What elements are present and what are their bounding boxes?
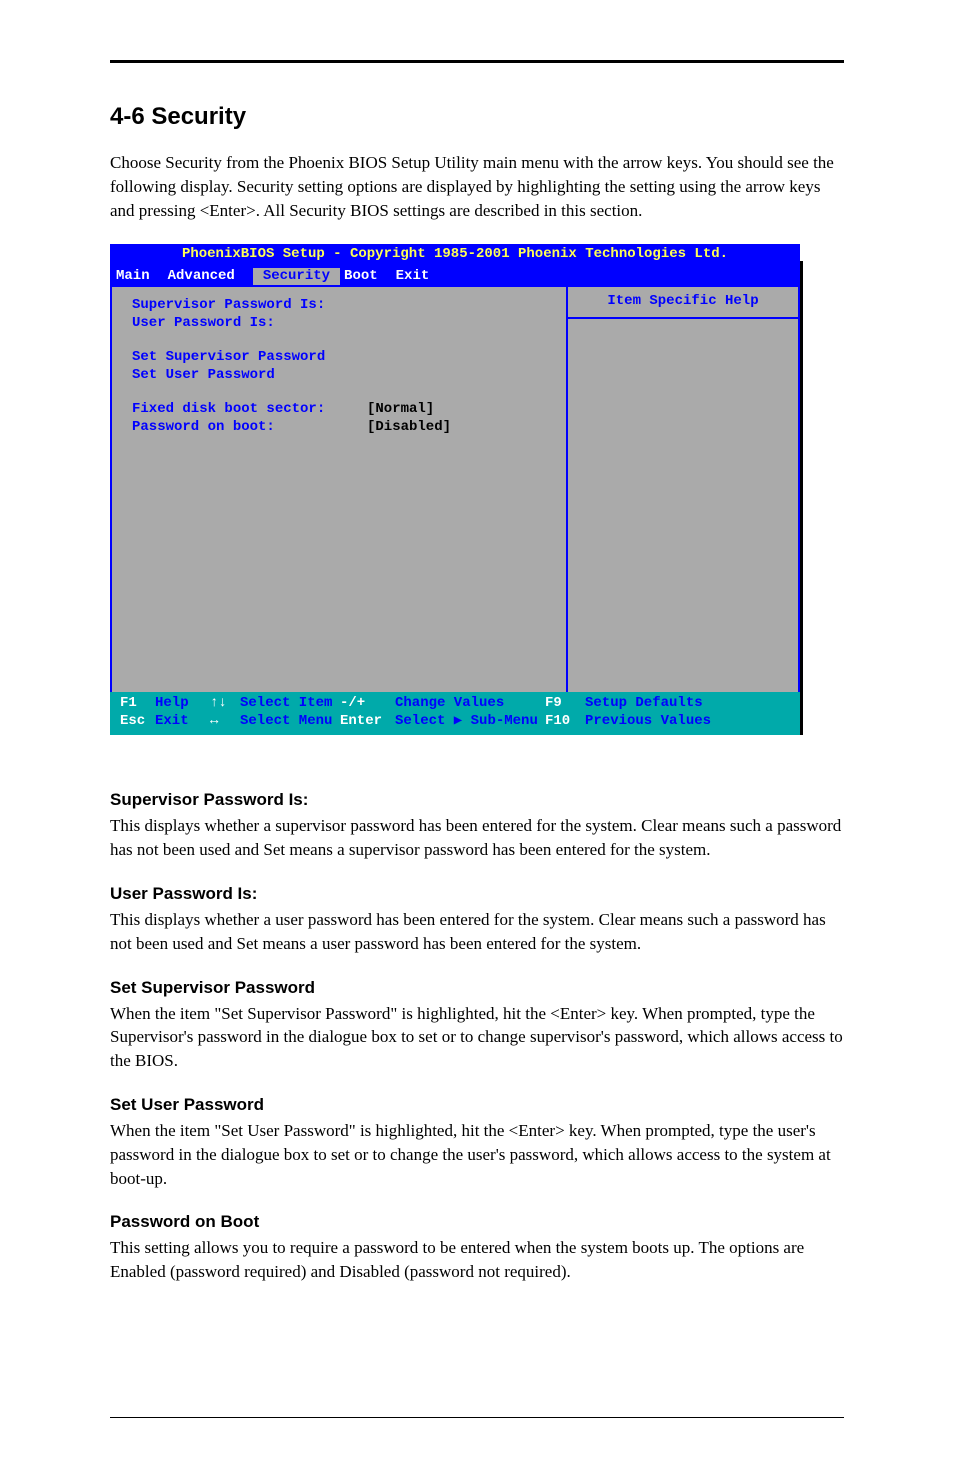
key-enter: Enter [340,713,395,731]
key-enter-label: Select ▶ Sub-Menu [395,713,545,731]
label-set-supervisor-pw: Set Supervisor Password [132,349,367,367]
value-password-on-boot: [Disabled] [367,419,451,437]
bios-footer-keys: F1 Help ↑↓ Select Item -/+ Change Values… [110,692,800,735]
bios-tab-main[interactable]: Main [116,268,160,286]
bios-tab-boot[interactable]: Boot [344,268,388,286]
screenshot-shadow [800,261,803,735]
desc-supervisor-pw-is: This displays whether a supervisor passw… [110,814,844,862]
subhead-supervisor-pw-is: Supervisor Password Is: [110,790,844,810]
label-fixed-disk-boot-sector: Fixed disk boot sector: [132,401,367,419]
section-intro-paragraph: Choose Security from the Phoenix BIOS Se… [110,151,844,222]
row-set-supervisor-pw[interactable]: Set Supervisor Password [132,349,552,367]
row-password-on-boot[interactable]: Password on boot: [Disabled] [132,419,552,437]
bios-help-title: Item Specific Help [568,287,798,319]
key-updown-label: Select Item [240,695,340,713]
key-f1: F1 [120,695,155,713]
subhead-set-supervisor-pw: Set Supervisor Password [110,978,844,998]
key-f1-label: Help [155,695,210,713]
key-esc-label: Exit [155,713,210,731]
bios-title-bar: PhoenixBIOS Setup - Copyright 1985-2001 … [110,244,800,266]
bios-help-panel: Item Specific Help [566,287,798,692]
row-supervisor-pw-is[interactable]: Supervisor Password Is: [132,297,552,315]
key-minusplus: -/+ [340,695,395,713]
subhead-user-pw-is: User Password Is: [110,884,844,904]
label-user-pw-is: User Password Is: [132,315,367,333]
row-fixed-disk-boot-sector[interactable]: Fixed disk boot sector: [Normal] [132,401,552,419]
row-set-user-pw[interactable]: Set User Password [132,367,552,385]
key-minusplus-label: Change Values [395,695,545,713]
key-f10-label: Previous Values [585,713,711,731]
horizontal-rule-bottom [110,1417,844,1418]
section-heading-security: 4-6 Security [110,103,844,131]
key-updown: ↑↓ [210,695,240,713]
desc-set-supervisor-pw: When the item "Set Supervisor Password" … [110,1002,844,1073]
key-f9: F9 [545,695,585,713]
key-f9-label: Setup Defaults [585,695,703,713]
subhead-password-on-boot: Password on Boot [110,1212,844,1232]
bios-tab-advanced[interactable]: Advanced [168,268,245,286]
desc-user-pw-is: This displays whether a user password ha… [110,908,844,956]
value-fixed-disk-boot-sector: [Normal] [367,401,434,419]
bios-tab-security[interactable]: Security [253,268,340,286]
label-password-on-boot: Password on boot: [132,419,367,437]
desc-set-user-pw: When the item "Set User Password" is hig… [110,1119,844,1190]
key-leftright-label: Select Menu [240,713,340,731]
label-supervisor-pw-is: Supervisor Password Is: [132,297,367,315]
desc-password-on-boot: This setting allows you to require a pas… [110,1236,844,1284]
label-set-user-pw: Set User Password [132,367,367,385]
subhead-set-user-pw: Set User Password [110,1095,844,1115]
key-leftright: ↔ [210,713,240,731]
bios-tab-exit[interactable]: Exit [396,268,440,286]
horizontal-rule-top [110,60,844,63]
bios-menu-bar: Main Advanced Security Boot Exit [110,266,800,288]
bios-screenshot: PhoenixBIOS Setup - Copyright 1985-2001 … [110,244,800,735]
bios-settings-panel: Supervisor Password Is: User Password Is… [112,287,566,692]
row-user-pw-is[interactable]: User Password Is: [132,315,552,333]
key-f10: F10 [545,713,585,731]
key-esc: Esc [120,713,155,731]
